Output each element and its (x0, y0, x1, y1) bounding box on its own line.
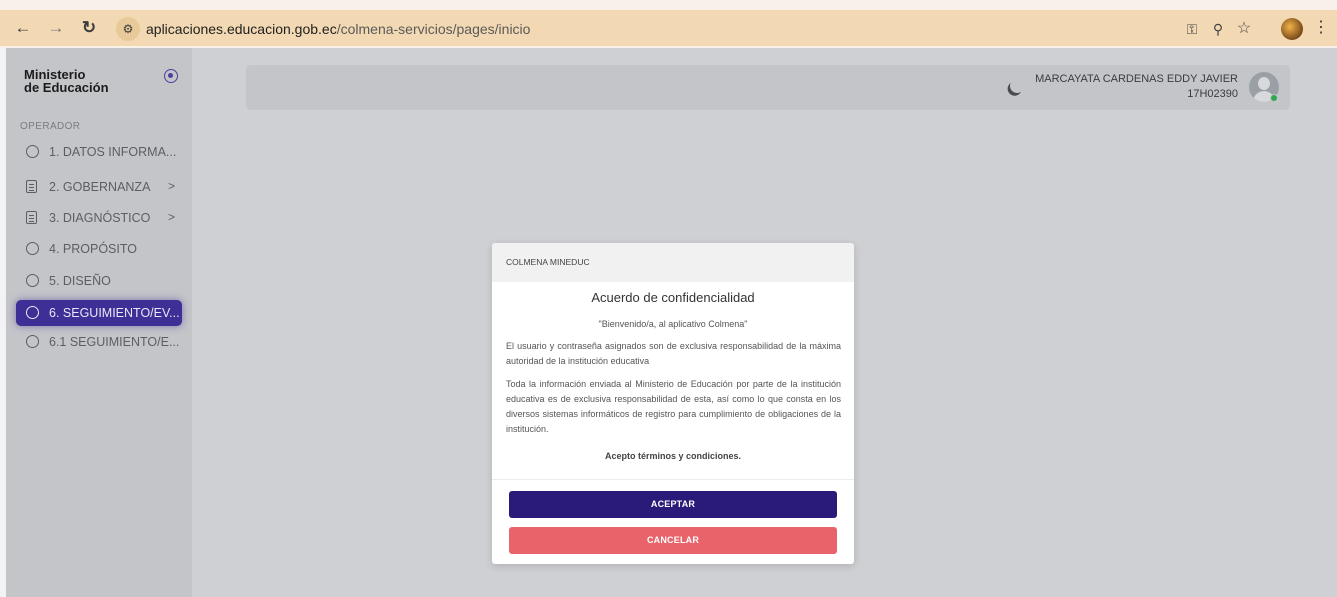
cancel-button[interactable]: CANCELAR (509, 527, 837, 554)
url-domain: aplicaciones.educacion.gob.ec (146, 21, 337, 37)
sidebar-item-proposito[interactable]: 4. PROPÓSITO (16, 236, 182, 262)
site-info-icon[interactable]: ⚙ (116, 17, 140, 41)
sidebar-toggle-icon[interactable] (164, 69, 178, 83)
section-label: OPERADOR (20, 121, 81, 132)
sidebar-item-label: 5. DISEÑO (49, 274, 111, 288)
top-header: MARCAYATA CARDENAS EDDY JAVIER 17H02390 (246, 65, 1290, 110)
sidebar-item-label: 3. DIAGNÓSTICO (49, 211, 151, 225)
accept-button[interactable]: ACEPTAR (509, 491, 837, 518)
profile-avatar[interactable] (1281, 18, 1303, 40)
circle-icon (26, 306, 39, 319)
circle-icon (26, 274, 39, 287)
modal-header-title: COLMENA MINEDUC (506, 257, 590, 267)
sidebar-item-diseno[interactable]: 5. DISEÑO (16, 268, 182, 294)
brand-line-2: de Educación (24, 80, 109, 95)
back-arrow-icon[interactable]: ← (12, 17, 34, 39)
url-path: /colmena-servicios/pages/inicio (336, 21, 531, 37)
modal-paragraph-1: El usuario y contraseña asignados son de… (506, 341, 841, 366)
zoom-icon[interactable]: ⚲ (1208, 19, 1228, 39)
browser-chrome: ← → ↻ ⚙ aplicaciones.educacion.gob.ec/co… (0, 0, 1337, 48)
password-key-icon[interactable]: ⚿ (1182, 19, 1202, 39)
star-icon[interactable]: ☆ (1234, 19, 1254, 39)
url-text[interactable]: aplicaciones.educacion.gob.ec/colmena-se… (146, 21, 530, 37)
sidebar-item-label: 6. SEGUIMIENTO/EV... (49, 306, 180, 320)
modal-header: COLMENA MINEDUC (492, 243, 854, 282)
modal-subtitle: "Bienvenido/a, al aplicativo Colmena" (598, 319, 748, 329)
sidebar-item-gobernanza[interactable]: 2. GOBERNANZA > (16, 174, 182, 200)
chevron-right-icon: > (168, 179, 176, 193)
user-code: 17H02390 (1187, 88, 1238, 100)
circle-icon (26, 242, 39, 255)
app-container: Ministerio de Educación OPERADOR 1. DATO… (6, 48, 1337, 597)
circle-icon (26, 145, 39, 158)
document-icon (26, 180, 37, 193)
circle-icon (26, 335, 39, 348)
terms-accept-text: Acepto términos y condiciones. (604, 451, 742, 461)
dark-mode-moon-icon[interactable] (1008, 77, 1025, 94)
sidebar-item-label: 4. PROPÓSITO (49, 242, 137, 256)
sidebar-item-label: 1. DATOS INFORMA... (49, 145, 177, 159)
sidebar-item-seguimiento[interactable]: 6. SEGUIMIENTO/EV... (16, 300, 182, 326)
modal-title: Acuerdo de confidencialidad (591, 290, 755, 305)
forward-arrow-icon[interactable]: → (45, 17, 67, 39)
sidebar-item-datos[interactable]: 1. DATOS INFORMA... (16, 139, 182, 165)
sidebar-item-diagnostico[interactable]: 3. DIAGNÓSTICO > (16, 205, 182, 231)
confidentiality-modal: COLMENA MINEDUC Acuerdo de confidenciali… (492, 243, 854, 564)
document-icon (26, 211, 37, 224)
sidebar-item-seguimiento-6-1[interactable]: 6.1 SEGUIMIENTO/E... (16, 329, 182, 355)
menu-kebab-icon[interactable]: ⋮ (1313, 17, 1329, 39)
online-status-icon (1270, 94, 1278, 102)
chevron-right-icon: > (168, 210, 176, 224)
sidebar-item-label: 6.1 SEGUIMIENTO/E... (49, 335, 180, 349)
sidebar: Ministerio de Educación OPERADOR 1. DATO… (6, 48, 192, 597)
user-name: MARCAYATA CARDENAS EDDY JAVIER (1035, 73, 1238, 85)
modal-divider (492, 479, 854, 480)
brand-logo: Ministerio de Educación (24, 68, 109, 94)
sidebar-item-label: 2. GOBERNANZA (49, 180, 151, 194)
address-bar[interactable]: ⚙ aplicaciones.educacion.gob.ec/colmena-… (112, 15, 1262, 43)
modal-paragraph-2: Toda la información enviada al Ministeri… (506, 379, 841, 434)
reload-icon[interactable]: ↻ (78, 17, 100, 39)
